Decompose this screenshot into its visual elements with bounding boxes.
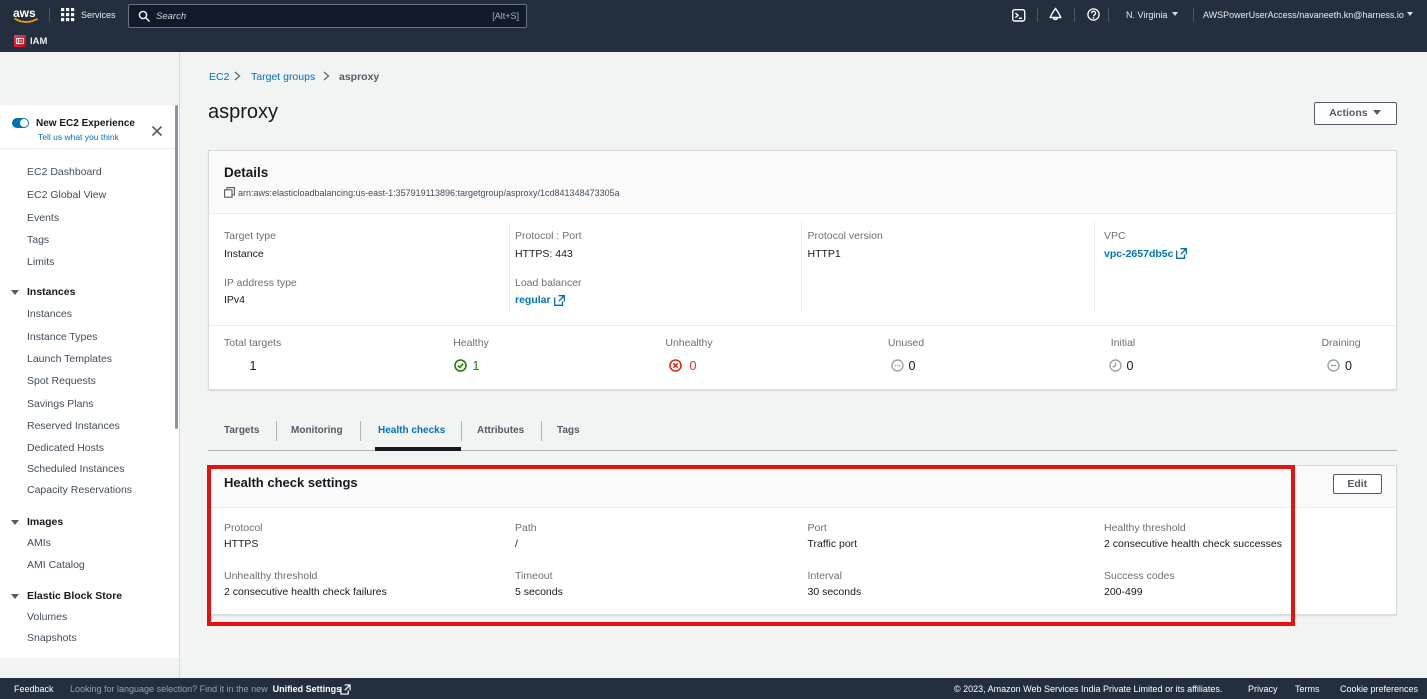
svg-text:aws: aws	[13, 6, 36, 20]
